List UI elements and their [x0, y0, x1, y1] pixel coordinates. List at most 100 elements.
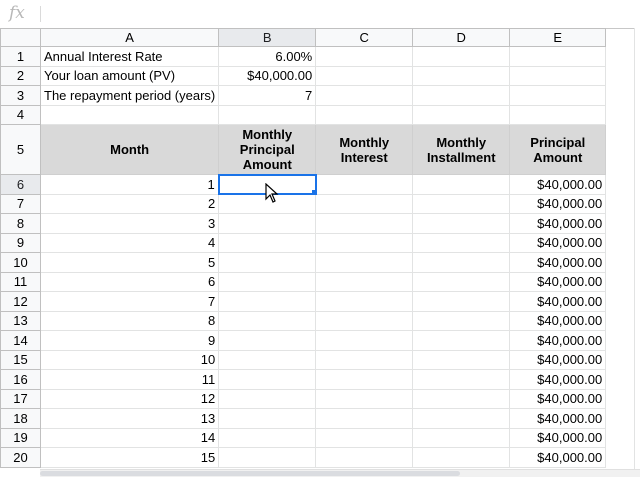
principal-amount-cell[interactable]: $40,000.00 — [509, 330, 607, 351]
monthly-installment-cell[interactable] — [412, 447, 511, 468]
monthly-installment-cell[interactable] — [412, 252, 511, 273]
cell[interactable] — [315, 65, 414, 86]
monthly-installment-cell[interactable] — [412, 330, 511, 351]
monthly-interest-cell[interactable] — [315, 232, 414, 253]
row-header[interactable]: 7 — [0, 193, 41, 214]
monthly-principal-cell[interactable] — [218, 408, 317, 429]
row-header[interactable]: 9 — [0, 232, 41, 253]
principal-amount-cell[interactable]: $40,000.00 — [509, 369, 607, 390]
monthly-principal-cell[interactable] — [218, 447, 317, 468]
monthly-principal-cell[interactable] — [218, 252, 317, 273]
monthly-interest-cell[interactable] — [315, 310, 414, 331]
monthly-interest-cell[interactable] — [315, 447, 414, 468]
monthly-principal-cell[interactable] — [218, 330, 317, 351]
monthly-principal-cell[interactable] — [218, 369, 317, 390]
monthly-interest-cell[interactable] — [315, 349, 414, 370]
cell[interactable] — [218, 104, 317, 125]
row-header[interactable]: 14 — [0, 330, 41, 351]
row-header[interactable]: 11 — [0, 271, 41, 292]
monthly-principal-cell[interactable] — [218, 349, 317, 370]
column-header-a[interactable]: A — [39, 28, 220, 47]
param-label-loan-amount[interactable]: Your loan amount (PV) — [39, 65, 220, 86]
cell[interactable] — [412, 65, 511, 86]
month-cell[interactable]: 15 — [39, 447, 220, 468]
month-cell[interactable]: 11 — [39, 369, 220, 390]
monthly-principal-cell[interactable] — [218, 388, 317, 409]
month-cell[interactable]: 1 — [39, 174, 220, 195]
param-label-interest-rate[interactable]: Annual Interest Rate — [39, 46, 220, 67]
monthly-principal-cell[interactable] — [218, 213, 317, 234]
monthly-installment-cell[interactable] — [412, 213, 511, 234]
row-header[interactable]: 5 — [0, 124, 41, 175]
monthly-interest-cell[interactable] — [315, 174, 414, 195]
cell[interactable] — [315, 85, 414, 106]
column-header-e[interactable]: E — [509, 28, 607, 47]
month-cell[interactable]: 6 — [39, 271, 220, 292]
formula-input[interactable] — [46, 4, 640, 24]
monthly-installment-cell[interactable] — [412, 271, 511, 292]
monthly-installment-cell[interactable] — [412, 193, 511, 214]
row-header[interactable]: 8 — [0, 213, 41, 234]
row-header[interactable]: 2 — [0, 65, 41, 86]
cell[interactable] — [315, 46, 414, 67]
row-header[interactable]: 1 — [0, 46, 41, 67]
month-cell[interactable]: 2 — [39, 193, 220, 214]
param-label-repayment-period[interactable]: The repayment period (years) — [39, 85, 220, 106]
cell[interactable] — [509, 85, 607, 106]
header-monthly-installment[interactable]: Monthly Installment — [412, 124, 511, 175]
principal-amount-cell[interactable]: $40,000.00 — [509, 447, 607, 468]
fill-handle[interactable] — [310, 189, 314, 193]
cell[interactable] — [509, 46, 607, 67]
monthly-installment-cell[interactable] — [412, 427, 511, 448]
monthly-installment-cell[interactable] — [412, 174, 511, 195]
monthly-interest-cell[interactable] — [315, 330, 414, 351]
cell[interactable] — [412, 46, 511, 67]
cell[interactable] — [509, 104, 607, 125]
select-all-corner[interactable] — [0, 28, 41, 47]
principal-amount-cell[interactable]: $40,000.00 — [509, 388, 607, 409]
row-header[interactable]: 19 — [0, 427, 41, 448]
monthly-interest-cell[interactable] — [315, 193, 414, 214]
principal-amount-cell[interactable]: $40,000.00 — [509, 193, 607, 214]
monthly-installment-cell[interactable] — [412, 349, 511, 370]
monthly-principal-cell[interactable] — [218, 310, 317, 331]
month-cell[interactable]: 9 — [39, 330, 220, 351]
row-header[interactable]: 15 — [0, 349, 41, 370]
month-cell[interactable]: 8 — [39, 310, 220, 331]
principal-amount-cell[interactable]: $40,000.00 — [509, 291, 607, 312]
month-cell[interactable]: 3 — [39, 213, 220, 234]
row-header[interactable]: 10 — [0, 252, 41, 273]
row-header[interactable]: 20 — [0, 447, 41, 468]
month-cell[interactable]: 5 — [39, 252, 220, 273]
principal-amount-cell[interactable]: $40,000.00 — [509, 213, 607, 234]
monthly-installment-cell[interactable] — [412, 408, 511, 429]
header-monthly-principal-amount[interactable]: Monthly Principal Amount — [218, 124, 317, 175]
principal-amount-cell[interactable]: $40,000.00 — [509, 174, 607, 195]
row-header[interactable]: 18 — [0, 408, 41, 429]
monthly-installment-cell[interactable] — [412, 388, 511, 409]
monthly-interest-cell[interactable] — [315, 213, 414, 234]
cell[interactable] — [412, 85, 511, 106]
column-header-b[interactable]: B — [218, 28, 317, 47]
month-cell[interactable]: 12 — [39, 388, 220, 409]
column-header-c[interactable]: C — [315, 28, 414, 47]
header-monthly-interest[interactable]: Monthly Interest — [315, 124, 414, 175]
param-value-loan-amount[interactable]: $40,000.00 — [218, 65, 317, 86]
principal-amount-cell[interactable]: $40,000.00 — [509, 427, 607, 448]
monthly-interest-cell[interactable] — [315, 291, 414, 312]
cell[interactable] — [412, 104, 511, 125]
monthly-installment-cell[interactable] — [412, 310, 511, 331]
monthly-interest-cell[interactable] — [315, 369, 414, 390]
monthly-installment-cell[interactable] — [412, 291, 511, 312]
principal-amount-cell[interactable]: $40,000.00 — [509, 271, 607, 292]
row-header[interactable]: 17 — [0, 388, 41, 409]
month-cell[interactable]: 4 — [39, 232, 220, 253]
row-header[interactable]: 12 — [0, 291, 41, 312]
monthly-installment-cell[interactable] — [412, 232, 511, 253]
cell[interactable] — [509, 65, 607, 86]
param-value-interest-rate[interactable]: 6.00% — [218, 46, 317, 67]
month-cell[interactable]: 14 — [39, 427, 220, 448]
row-header[interactable]: 16 — [0, 369, 41, 390]
principal-amount-cell[interactable]: $40,000.00 — [509, 349, 607, 370]
monthly-interest-cell[interactable] — [315, 408, 414, 429]
